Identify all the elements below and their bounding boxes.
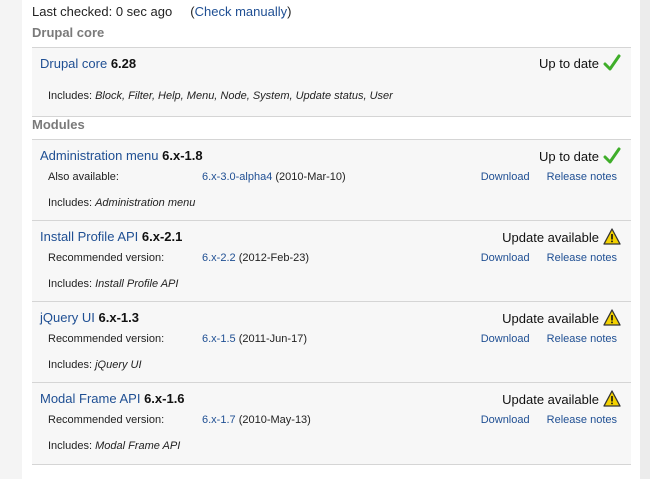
project-version: 6.x-1.3 bbox=[98, 310, 140, 325]
includes-label: Includes: bbox=[48, 90, 93, 102]
recommended-version: 6.x-1.5 (2011-Jun-17) bbox=[202, 333, 307, 345]
recommended-version-date: (2012-Feb-23) bbox=[238, 252, 310, 264]
project-name: Install Profile API 6.x-2.1 bbox=[40, 229, 182, 244]
project-link[interactable]: Administration menu bbox=[40, 148, 159, 163]
section-title-core: Drupal core bbox=[32, 25, 105, 40]
check-manually-close-paren: ) bbox=[287, 4, 292, 19]
version-links: Download Release notes bbox=[467, 171, 617, 183]
recommended-version-date: (2010-May-13) bbox=[238, 414, 311, 426]
warning-icon bbox=[603, 309, 621, 326]
release-notes-link[interactable]: Release notes bbox=[547, 414, 617, 426]
release-notes-link[interactable]: Release notes bbox=[547, 252, 617, 264]
status: Update available bbox=[502, 390, 621, 408]
project-version: 6.x-1.6 bbox=[144, 391, 185, 406]
version-label: Also available: bbox=[48, 171, 119, 183]
project-name: jQuery UI 6.x-1.3 bbox=[40, 310, 139, 325]
section-title-modules: Modules bbox=[32, 117, 85, 132]
warning-icon bbox=[603, 390, 621, 407]
check-icon bbox=[603, 147, 621, 164]
recommended-version-link[interactable]: 6.x-1.7 bbox=[202, 414, 236, 426]
download-link[interactable]: Download bbox=[481, 171, 530, 183]
download-link[interactable]: Download bbox=[481, 333, 530, 345]
includes-list: jQuery UI bbox=[95, 359, 142, 371]
includes: Includes: Block, Filter, Help, Menu, Nod… bbox=[48, 90, 393, 102]
project-row-modal-frame-api: Modal Frame API 6.x-1.6 Update available… bbox=[32, 382, 631, 465]
project-row-administration-menu: Administration menu 6.x-1.8 Up to date A… bbox=[32, 139, 631, 221]
includes: Includes: jQuery UI bbox=[48, 359, 142, 371]
available-version-date: (2010-Mar-10) bbox=[275, 171, 346, 183]
version-label: Recommended version: bbox=[48, 252, 165, 264]
download-link[interactable]: Download bbox=[481, 252, 530, 264]
recommended-version: 6.x-1.7 (2010-May-13) bbox=[202, 414, 311, 426]
status-text: Update available bbox=[502, 229, 599, 245]
includes: Includes: Install Profile API bbox=[48, 278, 178, 290]
version-label: Recommended version: bbox=[48, 333, 165, 345]
recommended-version-link[interactable]: 6.x-1.5 bbox=[202, 333, 236, 345]
status: Up to date bbox=[539, 147, 621, 165]
check-icon bbox=[603, 54, 621, 71]
last-checked-line: Last checked: 0 sec ago (Check manually) bbox=[32, 4, 291, 19]
includes-list: Block, Filter, Help, Menu, Node, System,… bbox=[95, 90, 393, 102]
includes-list: Install Profile API bbox=[95, 278, 179, 290]
available-version: 6.x-3.0-alpha4 (2010-Mar-10) bbox=[202, 171, 346, 183]
project-name: Drupal core 6.28 bbox=[40, 56, 136, 71]
project-version: 6.28 bbox=[110, 56, 137, 71]
recommended-version-link[interactable]: 6.x-2.2 bbox=[202, 252, 236, 264]
includes: Includes: Modal Frame API bbox=[48, 440, 180, 452]
includes-label: Includes: bbox=[48, 278, 93, 290]
status-text: Up to date bbox=[539, 55, 599, 71]
warning-icon bbox=[603, 228, 621, 245]
check-manually-link[interactable]: Check manually bbox=[195, 4, 288, 19]
version-links: Download Release notes bbox=[467, 414, 617, 426]
includes-list: Administration menu bbox=[95, 197, 196, 209]
project-link[interactable]: Drupal core bbox=[40, 56, 107, 71]
includes-label: Includes: bbox=[48, 359, 93, 371]
project-version: 6.x-1.8 bbox=[162, 148, 203, 163]
project-row-install-profile-api: Install Profile API 6.x-2.1 Update avail… bbox=[32, 220, 631, 302]
status: Up to date bbox=[539, 54, 621, 72]
version-label: Recommended version: bbox=[48, 414, 165, 426]
version-links: Download Release notes bbox=[467, 252, 617, 264]
project-name: Modal Frame API 6.x-1.6 bbox=[40, 391, 185, 406]
release-notes-link[interactable]: Release notes bbox=[547, 333, 617, 345]
status: Update available bbox=[502, 228, 621, 246]
available-version-link[interactable]: 6.x-3.0-alpha4 bbox=[202, 171, 272, 183]
recommended-version-date: (2011-Jun-17) bbox=[238, 333, 307, 345]
recommended-version: 6.x-2.2 (2012-Feb-23) bbox=[202, 252, 309, 264]
version-links: Download Release notes bbox=[467, 333, 617, 345]
project-version: 6.x-2.1 bbox=[141, 229, 183, 244]
status-text: Update available bbox=[502, 310, 599, 326]
status-text: Update available bbox=[502, 391, 599, 407]
project-link[interactable]: jQuery UI bbox=[40, 310, 95, 325]
last-checked-text: Last checked: 0 sec ago bbox=[32, 4, 173, 19]
project-row-jquery-ui: jQuery UI 6.x-1.3 Update available Recom… bbox=[32, 301, 631, 383]
includes-label: Includes: bbox=[48, 197, 93, 209]
release-notes-link[interactable]: Release notes bbox=[547, 171, 617, 183]
project-link[interactable]: Modal Frame API bbox=[40, 391, 140, 406]
project-link[interactable]: Install Profile API bbox=[40, 229, 138, 244]
includes: Includes: Administration menu bbox=[48, 197, 195, 209]
includes-label: Includes: bbox=[48, 440, 93, 452]
status: Update available bbox=[502, 309, 621, 327]
status-text: Up to date bbox=[539, 148, 599, 164]
project-row-drupal-core: Drupal core 6.28 Up to date Includes: Bl… bbox=[32, 47, 631, 117]
update-status-panel: Last checked: 0 sec ago (Check manually)… bbox=[22, 0, 640, 479]
project-name: Administration menu 6.x-1.8 bbox=[40, 148, 203, 163]
right-gutter bbox=[640, 0, 650, 479]
includes-list: Modal Frame API bbox=[95, 440, 181, 452]
download-link[interactable]: Download bbox=[481, 414, 530, 426]
